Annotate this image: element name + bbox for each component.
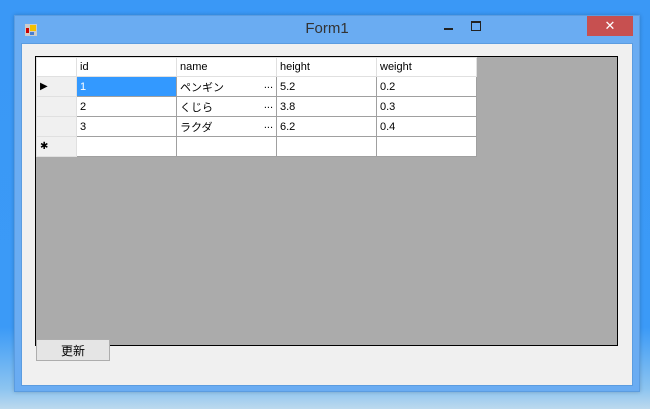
update-button[interactable]: 更新 xyxy=(36,339,110,361)
row-header[interactable] xyxy=(36,96,77,117)
minimize-button[interactable] xyxy=(436,16,460,36)
cell-height[interactable] xyxy=(276,136,377,157)
cell-height[interactable]: 3.8 xyxy=(276,96,377,117)
cell-name-text: ペンギン xyxy=(180,81,224,94)
cell-weight[interactable]: 0.4 xyxy=(376,116,477,137)
cell-id[interactable]: 3 xyxy=(76,116,177,137)
current-row-arrow-icon: ▶ xyxy=(40,81,48,92)
table-row: 2 くじら... 3.8 0.3 xyxy=(36,96,477,117)
cell-weight[interactable]: 0.2 xyxy=(376,76,477,97)
close-icon: ✕ xyxy=(604,18,616,33)
cell-name-text: ラクダ xyxy=(180,121,213,134)
data-grid-view[interactable]: id name height weight ▶ 1 ペンギン... 5.2 0.… xyxy=(35,56,618,346)
window-title: Form1 xyxy=(305,20,349,37)
cell-id[interactable]: 2 xyxy=(76,96,177,117)
ellipsis: ... xyxy=(263,98,273,111)
close-button[interactable]: ✕ xyxy=(587,16,633,36)
row-header-new[interactable]: ✱ xyxy=(36,136,77,157)
new-row-asterisk-icon: ✱ xyxy=(40,141,49,152)
column-header-id[interactable]: id xyxy=(76,57,177,77)
column-header-name[interactable]: name xyxy=(176,57,277,77)
cell-id[interactable]: 1 xyxy=(76,76,177,97)
row-header[interactable] xyxy=(36,116,77,137)
minimize-icon xyxy=(443,28,453,30)
cell-height[interactable]: 5.2 xyxy=(276,76,377,97)
maximize-icon xyxy=(471,21,481,31)
cell-name[interactable]: くじら... xyxy=(176,96,277,117)
client-area: id name height weight ▶ 1 ペンギン... 5.2 0.… xyxy=(21,43,633,386)
new-row: ✱ xyxy=(36,136,477,157)
table-row: ▶ 1 ペンギン... 5.2 0.2 xyxy=(36,76,477,97)
cell-name-text: くじら xyxy=(180,101,213,114)
cell-height[interactable]: 6.2 xyxy=(276,116,377,137)
maximize-button[interactable] xyxy=(464,16,488,36)
form-window: Form1 ✕ id name height weight ▶ 1 ペンギン..… xyxy=(14,15,640,392)
header-row: id name height weight xyxy=(36,57,477,77)
ellipsis: ... xyxy=(263,118,273,131)
cell-name[interactable] xyxy=(176,136,277,157)
cell-name[interactable]: ペンギン... xyxy=(176,76,277,97)
table-row: 3 ラクダ... 6.2 0.4 xyxy=(36,116,477,137)
cell-weight[interactable]: 0.3 xyxy=(376,96,477,117)
column-header-weight[interactable]: weight xyxy=(376,57,477,77)
row-header-current[interactable]: ▶ xyxy=(36,76,77,97)
top-left-header-cell[interactable] xyxy=(36,57,77,77)
cell-id[interactable] xyxy=(76,136,177,157)
column-header-height[interactable]: height xyxy=(276,57,377,77)
cell-name[interactable]: ラクダ... xyxy=(176,116,277,137)
cell-weight[interactable] xyxy=(376,136,477,157)
ellipsis: ... xyxy=(263,78,273,91)
